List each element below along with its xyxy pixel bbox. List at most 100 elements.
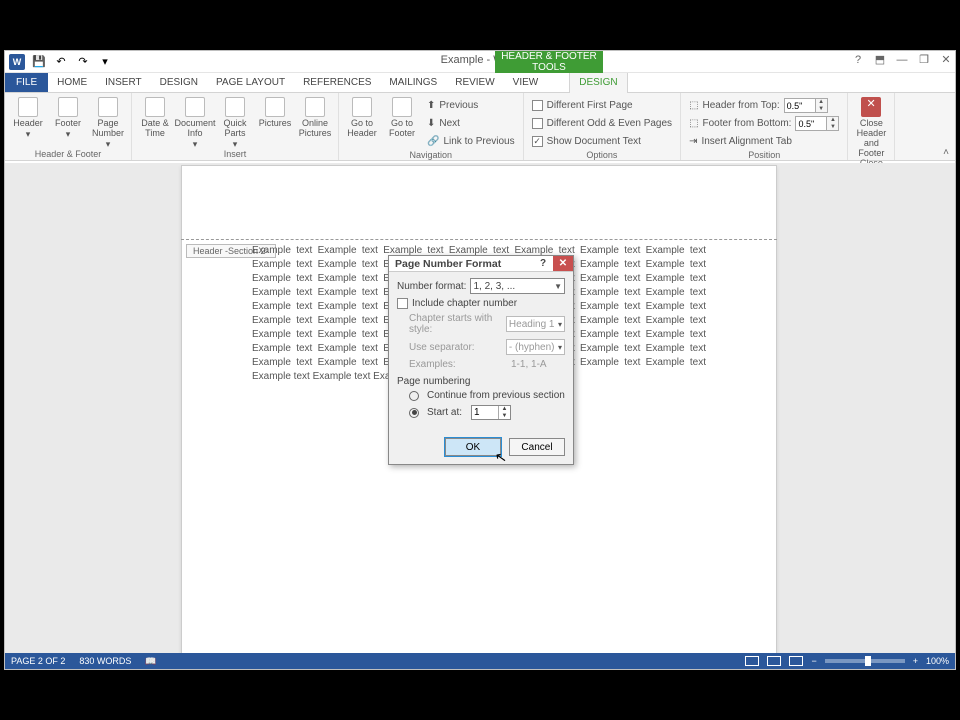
status-bar: PAGE 2 OF 2 830 WORDS 📖 − + 100%: [5, 653, 955, 669]
help-icon[interactable]: ?: [851, 54, 865, 66]
ok-button[interactable]: OK: [445, 438, 501, 456]
chevron-down-icon: ▾: [558, 320, 562, 329]
web-layout-icon[interactable]: [789, 656, 803, 666]
start-at-spinner[interactable]: ▲▼: [471, 405, 511, 420]
dialog-title-bar[interactable]: Page Number Format ? ✕: [389, 256, 573, 272]
read-mode-icon[interactable]: [745, 656, 759, 666]
examples-label: Examples:: [409, 359, 507, 370]
start-at-radio[interactable]: [409, 408, 419, 418]
footer-button[interactable]: Footer▾: [51, 97, 85, 139]
examples-value: 1-1, 1-A: [511, 359, 547, 370]
cancel-button[interactable]: Cancel: [509, 438, 565, 456]
different-first-page-checkbox[interactable]: Different First Page: [530, 97, 674, 114]
qat-dropdown-icon[interactable]: ▾: [97, 54, 113, 70]
group-label: Insert: [138, 149, 332, 160]
previous-icon: ⬆: [427, 100, 435, 111]
ribbon: Header▾ Footer▾ Page Number▾ Header & Fo…: [5, 93, 955, 161]
group-header-footer: Header▾ Footer▾ Page Number▾ Header & Fo…: [5, 93, 132, 160]
zoom-level[interactable]: 100%: [926, 656, 949, 666]
previous-button[interactable]: ⬆Previous: [425, 97, 517, 114]
word-app-icon: W: [9, 54, 25, 70]
chevron-down-icon: ▼: [554, 282, 562, 291]
header-boundary-line: [181, 239, 777, 240]
print-layout-icon[interactable]: [767, 656, 781, 666]
date-time-button[interactable]: Date & Time: [138, 97, 172, 138]
start-at-input[interactable]: [472, 406, 498, 419]
ribbon-display-icon[interactable]: ⬒: [873, 53, 887, 66]
undo-icon[interactable]: ↶: [53, 54, 69, 70]
quick-access-toolbar: W 💾 ↶ ↷ ▾: [5, 54, 113, 70]
chapter-style-combo: Heading 1▾: [506, 316, 565, 332]
goto-header-button[interactable]: Go to Header: [345, 97, 379, 138]
chapter-style-label: Chapter starts with style:: [409, 313, 502, 335]
redo-icon[interactable]: ↷: [75, 54, 91, 70]
pictures-button[interactable]: Pictures: [258, 97, 292, 128]
continue-label: Continue from previous section: [427, 390, 565, 401]
zoom-out-icon[interactable]: −: [811, 656, 816, 666]
insert-alignment-tab-button[interactable]: ⇥Insert Alignment Tab: [687, 133, 841, 150]
spin-down-icon[interactable]: ▼: [499, 413, 510, 420]
number-format-label: Number format:: [397, 281, 466, 292]
tab-home[interactable]: HOME: [48, 73, 96, 92]
page-indicator[interactable]: PAGE 2 OF 2: [11, 656, 65, 666]
save-icon[interactable]: 💾: [31, 54, 47, 70]
header-button[interactable]: Header▾: [11, 97, 45, 139]
tab-page-layout[interactable]: PAGE LAYOUT: [207, 73, 294, 92]
continue-radio-row[interactable]: Continue from previous section: [409, 390, 565, 401]
collapse-ribbon-icon[interactable]: ˄: [943, 147, 949, 158]
next-icon: ⬇: [427, 118, 435, 129]
close-icon[interactable]: ✕: [939, 53, 953, 66]
different-odd-even-checkbox[interactable]: Different Odd & Even Pages: [530, 115, 674, 132]
dialog-help-icon[interactable]: ?: [533, 256, 553, 271]
minimize-icon[interactable]: —: [895, 54, 909, 66]
tab-insert[interactable]: INSERT: [96, 73, 151, 92]
context-tools-title: HEADER & FOOTER TOOLS: [495, 51, 603, 73]
group-position: ⬚Header from Top:▲▼ ⬚Footer from Bottom:…: [681, 93, 848, 160]
close-header-footer-button[interactable]: Close Header and Footer: [854, 97, 888, 158]
dialog-close-icon[interactable]: ✕: [553, 256, 573, 271]
document-info-button[interactable]: Document Info▾: [178, 97, 212, 149]
include-chapter-label: Include chapter number: [412, 298, 517, 309]
tab-design[interactable]: DESIGN: [151, 73, 207, 92]
word-count[interactable]: 830 WORDS: [79, 656, 131, 666]
group-navigation: Go to Header Go to Footer ⬆Previous ⬇Nex…: [339, 93, 524, 160]
restore-icon[interactable]: ❐: [917, 53, 931, 66]
proofing-icon[interactable]: 📖: [145, 656, 156, 667]
title-bar: W 💾 ↶ ↷ ▾ Example - Word HEADER & FOOTER…: [5, 51, 955, 73]
tab-hf-design[interactable]: DESIGN: [569, 73, 627, 93]
group-options: Different First Page Different Odd & Eve…: [524, 93, 681, 160]
tab-references[interactable]: REFERENCES: [294, 73, 380, 92]
separator-combo: - (hyphen)▾: [506, 339, 565, 355]
header-from-top-field[interactable]: ⬚Header from Top:▲▼: [687, 97, 841, 114]
tab-mailings[interactable]: MAILINGS: [380, 73, 446, 92]
online-pictures-button[interactable]: Online Pictures: [298, 97, 332, 138]
include-chapter-checkbox[interactable]: [397, 298, 408, 309]
group-insert: Date & Time Document Info▾ Quick Parts▾ …: [132, 93, 339, 160]
tab-file[interactable]: FILE: [5, 73, 48, 92]
zoom-in-icon[interactable]: +: [913, 656, 918, 666]
show-document-text-checkbox[interactable]: ✓Show Document Text: [530, 133, 674, 150]
ribbon-tab-strip: FILE HOME INSERT DESIGN PAGE LAYOUT REFE…: [5, 73, 955, 93]
number-format-combo[interactable]: 1, 2, 3, ...▼: [470, 278, 565, 294]
footer-bottom-input[interactable]: [796, 117, 826, 130]
next-button[interactable]: ⬇Next: [425, 115, 517, 132]
tab-review[interactable]: REVIEW: [446, 73, 503, 92]
window-controls: ? ⬒ — ❐ ✕: [851, 53, 953, 66]
link-to-previous-button[interactable]: 🔗Link to Previous: [425, 133, 517, 150]
zoom-slider[interactable]: [825, 659, 905, 663]
page-number-format-dialog: Page Number Format ? ✕ Number format: 1,…: [388, 255, 574, 465]
header-top-input[interactable]: [785, 99, 815, 112]
group-close: Close Header and Footer Close: [848, 93, 895, 160]
goto-footer-button[interactable]: Go to Footer: [385, 97, 419, 138]
separator-label: Use separator:: [409, 342, 502, 353]
continue-radio[interactable]: [409, 391, 419, 401]
link-icon: 🔗: [427, 136, 439, 147]
start-at-radio-row[interactable]: Start at: ▲▼: [409, 405, 565, 420]
footer-from-bottom-field[interactable]: ⬚Footer from Bottom:▲▼: [687, 115, 841, 132]
tab-view[interactable]: VIEW: [504, 73, 548, 92]
quick-parts-button[interactable]: Quick Parts▾: [218, 97, 252, 149]
start-at-label: Start at:: [427, 407, 467, 418]
group-label: Position: [687, 150, 841, 161]
page-number-button[interactable]: Page Number▾: [91, 97, 125, 149]
group-label: Header & Footer: [11, 149, 125, 160]
